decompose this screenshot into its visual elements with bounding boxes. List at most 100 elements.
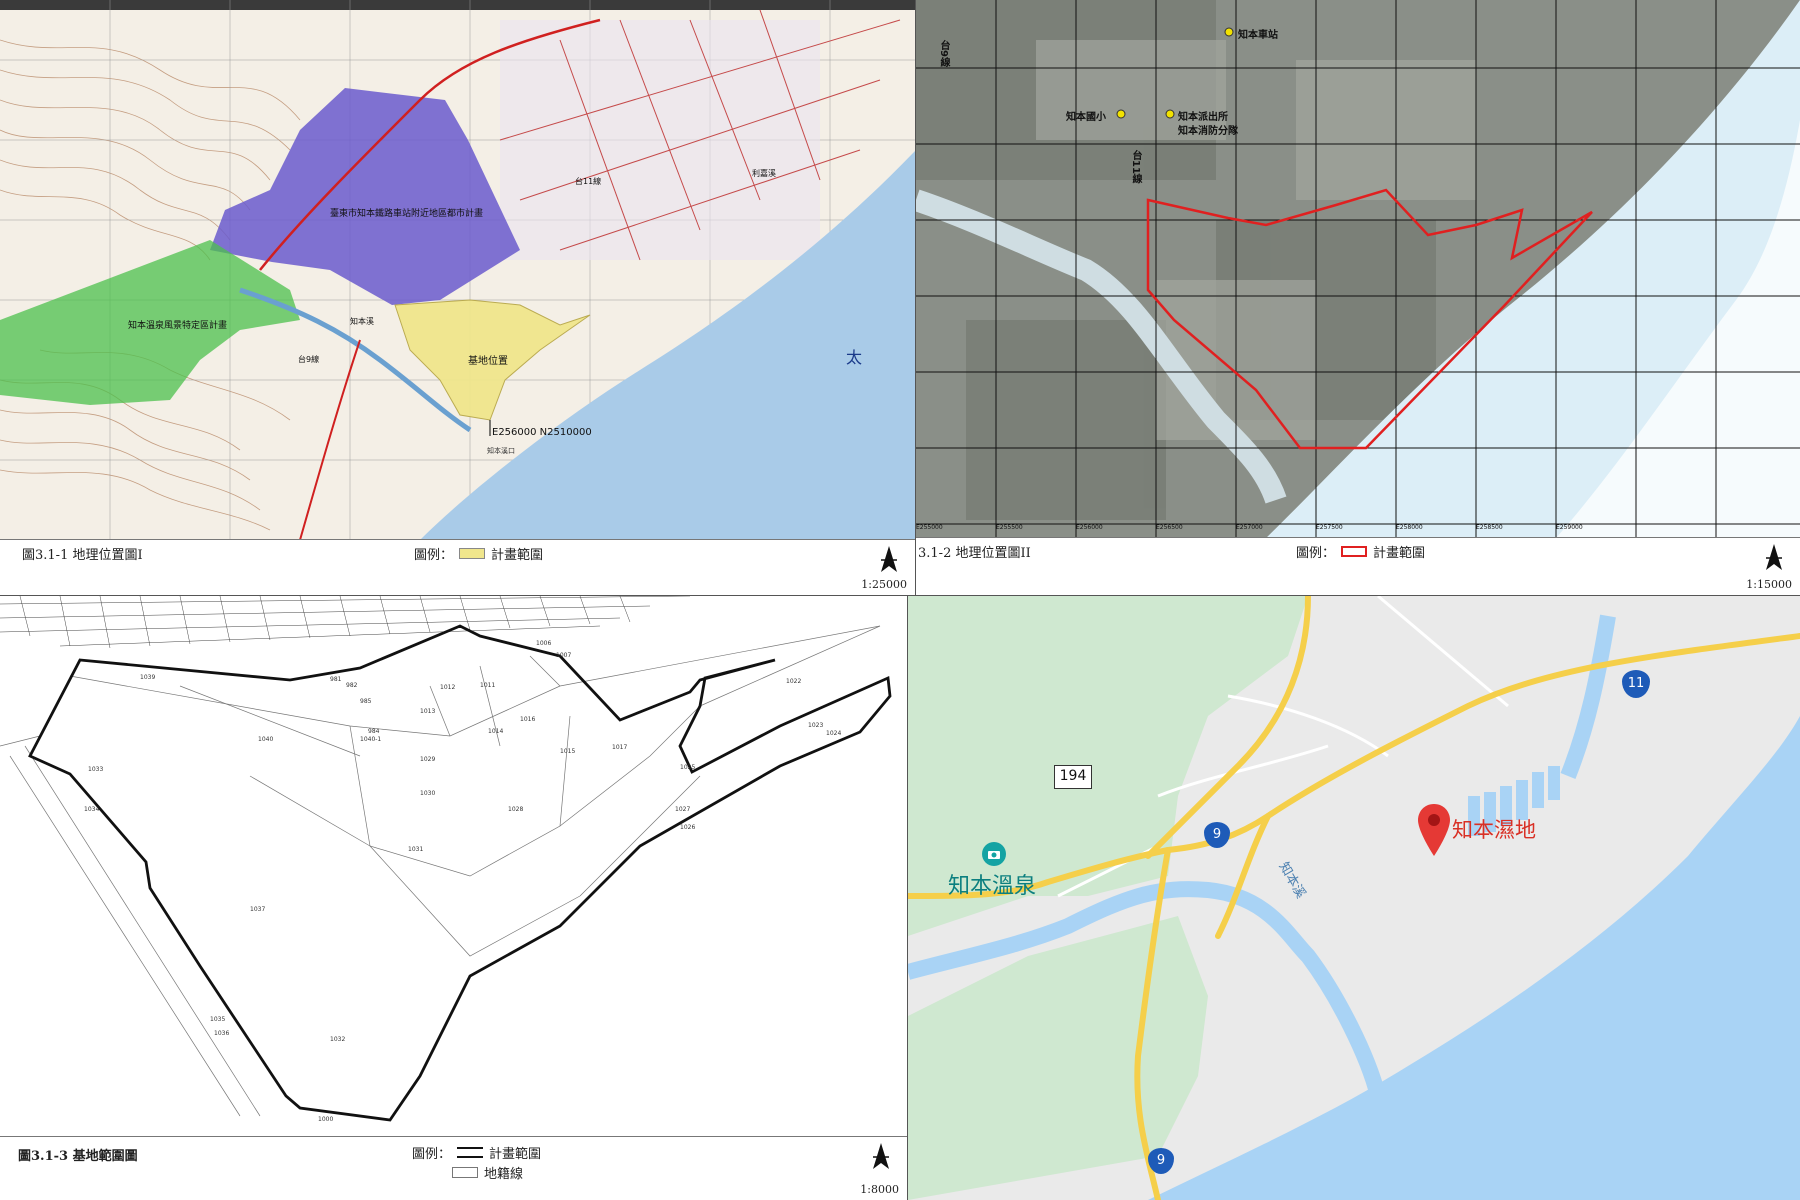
topo-map xyxy=(0,0,915,540)
route-194-shield: 194 xyxy=(1054,765,1092,789)
parcel-number: 981 xyxy=(330,676,342,683)
legend-row-2: 地籍線 xyxy=(452,1163,523,1182)
legend: 圖例： 計畫範圍 xyxy=(1296,542,1425,561)
station-label: 知本車站 xyxy=(1238,30,1278,41)
north-arrow-icon xyxy=(881,546,897,572)
location-map-1: 臺東市知本鐵路車站附近地區都市計畫 知本溫泉風景特定區計畫 基地位置 E2560… xyxy=(0,0,916,596)
street-map: 194 9 9 11 知本溫泉 知本溪 知本濕地 xyxy=(908,596,1800,1200)
parcel-number: 1017 xyxy=(612,744,628,751)
parcel-number: 1025 xyxy=(680,764,696,771)
parcel-number: 1035 xyxy=(210,1016,226,1023)
parcel-number: 1012 xyxy=(440,684,456,691)
grid-label: E258500 xyxy=(1476,524,1503,531)
caption-bar: 3.1-2 地理位置圖II 圖例： 計畫範圍 1:15000 xyxy=(916,537,1800,595)
parcel-number: 1030 xyxy=(420,790,436,797)
parcel-number: 1023 xyxy=(808,722,824,729)
location-pin-icon[interactable] xyxy=(1416,802,1452,858)
river-label: 知本溪 xyxy=(350,317,374,326)
road-11-label: 台11線 xyxy=(1130,150,1141,184)
street-map-canvas xyxy=(908,596,1800,1200)
wetland-label[interactable]: 知本濕地 xyxy=(1452,814,1536,844)
aerial-map xyxy=(916,0,1800,538)
parcel-number: 1036 xyxy=(214,1030,230,1037)
road-label-2: 台9線 xyxy=(298,355,320,364)
grid-label: E255500 xyxy=(996,524,1023,531)
grid-label: E257000 xyxy=(1236,524,1263,531)
road-9-label: 台9線 xyxy=(938,40,949,67)
parcel-number: 1032 xyxy=(330,1036,346,1043)
legend-swatch xyxy=(459,548,486,559)
figure-title: 圖3.1-3 基地範圍圖 xyxy=(18,1149,138,1164)
hotspring-poi-icon[interactable] xyxy=(982,842,1006,866)
site-label: 基地位置 xyxy=(468,356,508,367)
grid-label: E256000 xyxy=(1076,524,1103,531)
estuary-label: 知本溪口 xyxy=(487,447,515,455)
parcel-number: 1024 xyxy=(826,730,842,737)
north-arrow-icon xyxy=(873,1143,889,1169)
hotspring-label[interactable]: 知本溫泉 xyxy=(948,868,1036,900)
parcel-number: 1031 xyxy=(408,846,424,853)
site-boundary-map: 1040 1037 1031 1032 1033 1034 1035 1036 1029 1030… xyxy=(0,596,908,1200)
legend-label: 圖例： xyxy=(414,548,454,563)
urban-plan-label: 臺東市知本鐵路車站附近地區都市計畫 xyxy=(330,209,484,219)
parcel-number: 1013 xyxy=(420,708,436,715)
school-label: 知本國小 xyxy=(1066,112,1106,123)
parcel-number: 985 xyxy=(360,698,372,705)
parcel-number: 1015 xyxy=(560,748,576,755)
caption-bar: 圖3.1-3 基地範圍圖 圖例： 計畫範圍 地籍線 1:8000 xyxy=(0,1136,907,1200)
parcel-number: 1028 xyxy=(508,806,524,813)
parcel-number: 1029 xyxy=(420,756,436,763)
parcel-number: 1037 xyxy=(250,906,266,913)
figure-title: 3.1-2 地理位置圖II xyxy=(918,546,1031,561)
parcel-number: 1022 xyxy=(786,678,802,685)
legend-label: 圖例： xyxy=(412,1147,452,1162)
parcel-number: 1027 xyxy=(675,806,691,813)
parcel-number: 1000 xyxy=(318,1116,334,1123)
caption-bar: 圖3.1-1 地理位置圖I 圖例： 計畫範圍 1:25000 xyxy=(0,539,915,595)
fire-station-label: 知本消防分隊 xyxy=(1178,126,1238,137)
legend-label: 圖例： xyxy=(1296,546,1336,561)
legend-item: 地籍線 xyxy=(484,1167,524,1182)
parcel-number: 1026 xyxy=(680,824,696,831)
road-label: 台11線 xyxy=(575,177,602,186)
parcel-number: 1007 xyxy=(556,652,572,659)
parcel-number: 1034 xyxy=(84,806,100,813)
scale-label: 1:25000 xyxy=(861,578,907,591)
cadastral-map xyxy=(0,596,907,1136)
coords-label: E256000 N2510000 xyxy=(492,427,592,438)
hotspring-plan-label: 知本溫泉風景特定區計畫 xyxy=(128,321,228,331)
parcel-number: 1011 xyxy=(480,682,496,689)
legend-item: 計畫範圍 xyxy=(489,1147,542,1162)
parcel-number: 1016 xyxy=(520,716,536,723)
legend: 圖例： 計畫範圍 xyxy=(412,1143,541,1162)
parcel-number: 984 xyxy=(368,728,380,735)
scale-label: 1:15000 xyxy=(1746,578,1792,591)
legend: 圖例： 計畫範圍 xyxy=(414,544,543,563)
north-arrow-icon xyxy=(1766,544,1782,570)
parcel-number: 1033 xyxy=(88,766,104,773)
legend-item: 計畫範圍 xyxy=(491,548,544,563)
sea-label: 太 xyxy=(846,348,863,367)
legend-swatch xyxy=(1341,546,1368,557)
parcel-number: 1040 xyxy=(258,736,274,743)
parcel-number: 1040-1 xyxy=(360,736,382,743)
legend-item: 計畫範圍 xyxy=(1373,546,1426,561)
parcel-number: 1014 xyxy=(488,728,504,735)
scale-label: 1:8000 xyxy=(860,1183,899,1196)
grid-label: E259000 xyxy=(1556,524,1583,531)
parcel-number: 982 xyxy=(346,682,358,689)
grid-label: E258000 xyxy=(1396,524,1423,531)
legend-swatch xyxy=(457,1147,484,1158)
grid-label: E257500 xyxy=(1316,524,1343,531)
legend-swatch xyxy=(452,1167,478,1178)
parcel-number: 1039 xyxy=(140,674,156,681)
parcel-number: 1006 xyxy=(536,640,552,647)
figure-title: 圖3.1-1 地理位置圖I xyxy=(22,548,143,563)
grid-label: E255000 xyxy=(916,524,943,531)
grid-label: E256500 xyxy=(1156,524,1183,531)
river-label-2: 利嘉溪 xyxy=(752,169,776,178)
grid-labels: E255000 E255500 E256000 E256500 E257000 … xyxy=(916,524,1800,536)
map-collage: 臺東市知本鐵路車站附近地區都市計畫 知本溫泉風景特定區計畫 基地位置 E2560… xyxy=(0,0,1800,1200)
location-map-2: 知本國小 知本派出所 知本消防分隊 知本車站 台9線 台11線 E255000 … xyxy=(916,0,1800,596)
police-label: 知本派出所 xyxy=(1178,112,1228,123)
